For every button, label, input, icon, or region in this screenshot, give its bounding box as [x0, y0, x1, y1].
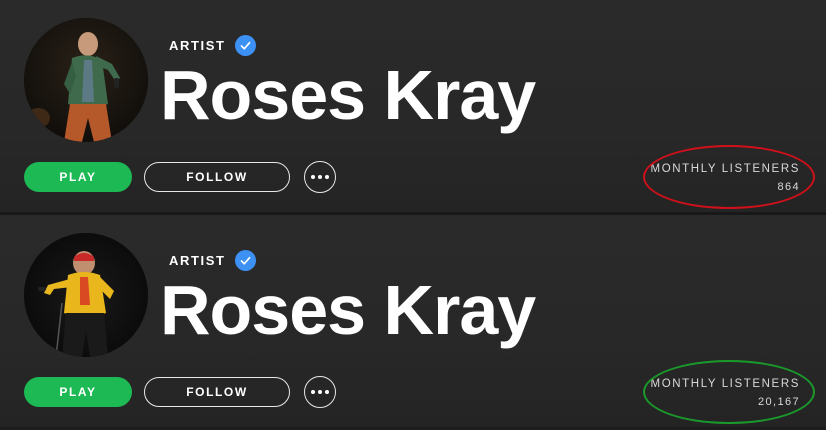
- monthly-listeners: MONTHLY LISTENERS 20,167: [651, 377, 800, 410]
- verified-badge-icon: [234, 250, 256, 271]
- more-options-icon: [311, 390, 329, 394]
- artist-header-top: ARTIST Roses Kray PLAY FOLLOW MONTHLY LI…: [0, 0, 826, 212]
- artist-type-row: ARTIST: [169, 250, 256, 271]
- play-button[interactable]: PLAY: [24, 377, 132, 407]
- monthly-listeners-label: MONTHLY LISTENERS: [650, 378, 800, 390]
- play-button[interactable]: PLAY: [24, 162, 132, 192]
- artist-name: Roses Kray: [160, 56, 536, 134]
- more-options-button[interactable]: [304, 376, 336, 408]
- artist-avatar: [24, 233, 148, 357]
- verified-badge-icon: [234, 35, 256, 56]
- follow-button[interactable]: FOLLOW: [144, 162, 290, 192]
- monthly-listeners: MONTHLY LISTENERS 864: [651, 162, 800, 195]
- artist-avatar: [24, 18, 148, 142]
- artist-name: Roses Kray: [160, 271, 536, 349]
- more-options-button[interactable]: [304, 161, 336, 193]
- artist-header-bottom: ARTIST Roses Kray PLAY FOLLOW MONTHLY LI…: [0, 215, 826, 427]
- artist-type-label: ARTIST: [169, 253, 226, 268]
- more-options-icon: [311, 175, 329, 179]
- follow-button[interactable]: FOLLOW: [144, 377, 290, 407]
- artist-type-row: ARTIST: [169, 35, 256, 56]
- artist-type-label: ARTIST: [169, 38, 226, 53]
- artist-photo-performer-yellow-jacket: [24, 233, 148, 357]
- monthly-listeners-label: MONTHLY LISTENERS: [650, 163, 800, 175]
- artist-photo-performer-green-jacket: [24, 18, 148, 142]
- monthly-listeners-count: 864: [777, 181, 800, 193]
- monthly-listeners-count: 20,167: [757, 396, 800, 408]
